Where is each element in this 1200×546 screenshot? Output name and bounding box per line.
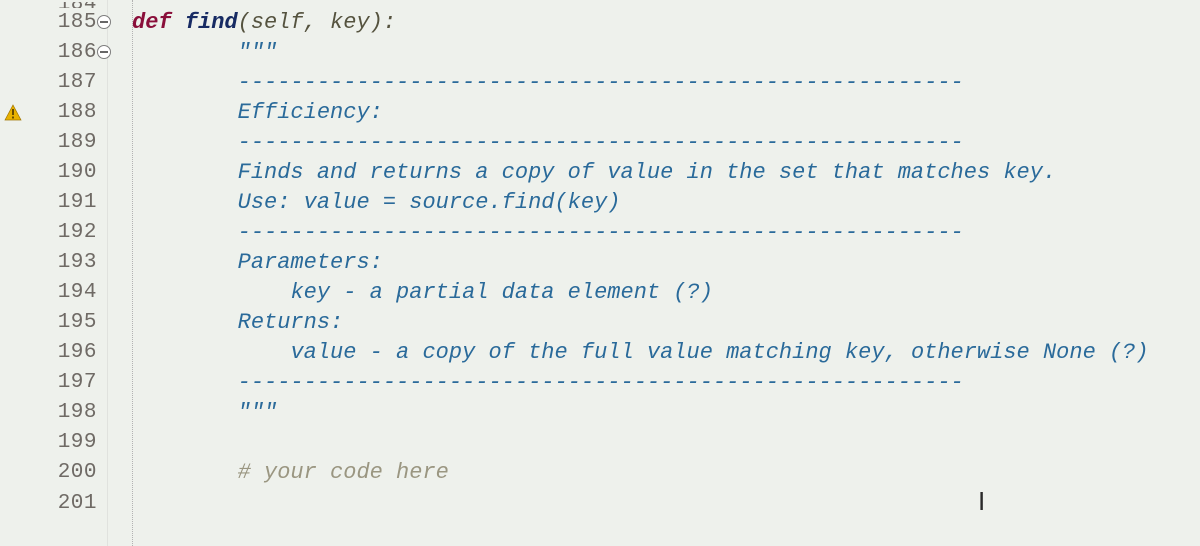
docstring-text: ----------------------------------------… xyxy=(238,220,964,245)
docstring-text: ----------------------------------------… xyxy=(238,70,964,95)
code-area[interactable]: def find(self, key): """ ---------------… xyxy=(108,0,1200,546)
docstring-text: Efficiency: xyxy=(238,100,383,125)
line-number: 198 xyxy=(0,398,107,428)
code-line[interactable]: def find(self, key): xyxy=(132,8,1200,38)
code-line[interactable]: Returns: xyxy=(132,308,1200,338)
line-number: 185 xyxy=(0,8,107,38)
docstring-text: Parameters: xyxy=(238,250,383,275)
text-cursor-icon: I xyxy=(978,486,985,517)
comment: # your code here xyxy=(238,460,449,485)
line-number: 187 xyxy=(0,68,107,98)
line-number: 189 xyxy=(0,128,107,158)
keyword-def: def xyxy=(132,10,185,35)
code-line[interactable]: Parameters: xyxy=(132,248,1200,278)
line-number: 199 xyxy=(0,428,107,458)
docstring-text: ----------------------------------------… xyxy=(238,130,964,155)
docstring-text: Use: value = source.find(key) xyxy=(238,190,621,215)
code-line[interactable]: ----------------------------------------… xyxy=(132,368,1200,398)
line-number: 186 xyxy=(0,38,107,68)
line-number: 195 xyxy=(0,308,107,338)
code-line[interactable]: Use: value = source.find(key) xyxy=(132,188,1200,218)
docstring-text: Finds and returns a copy of value in the… xyxy=(238,160,1057,185)
code-line[interactable]: value - a copy of the full value matchin… xyxy=(132,338,1200,368)
docstring-text: Returns: xyxy=(238,310,344,335)
line-number: 190 xyxy=(0,158,107,188)
docstring-text: ----------------------------------------… xyxy=(238,370,964,395)
code-line[interactable]: """ xyxy=(132,38,1200,68)
code-line[interactable]: """ xyxy=(132,398,1200,428)
code-line[interactable]: ----------------------------------------… xyxy=(132,68,1200,98)
line-number: 196 xyxy=(0,338,107,368)
indent-guide xyxy=(132,0,133,546)
line-number: 200 xyxy=(0,458,107,488)
docstring-close: """ xyxy=(238,400,278,425)
line-number: 192 xyxy=(0,218,107,248)
code-editor[interactable]: 184 185 186 187 188 189 190 191 192 193 … xyxy=(0,0,1200,546)
line-number: 191 xyxy=(0,188,107,218)
code-line[interactable]: # your code here xyxy=(132,458,1200,488)
code-line[interactable]: Finds and returns a copy of value in the… xyxy=(132,158,1200,188)
line-number-gutter: 184 185 186 187 188 189 190 191 192 193 … xyxy=(0,0,108,546)
function-params: (self, key): xyxy=(238,10,396,35)
line-number: 194 xyxy=(0,278,107,308)
line-number: 188 xyxy=(0,98,107,128)
docstring-text: key - a partial data element (?) xyxy=(290,280,712,305)
line-number: 201 xyxy=(0,488,107,512)
code-line[interactable]: ----------------------------------------… xyxy=(132,218,1200,248)
code-line[interactable]: Efficiency: xyxy=(132,98,1200,128)
line-number: 197 xyxy=(0,368,107,398)
code-line[interactable] xyxy=(132,428,1200,458)
code-line[interactable]: ----------------------------------------… xyxy=(132,128,1200,158)
docstring-text: value - a copy of the full value matchin… xyxy=(290,340,1148,365)
line-number: 193 xyxy=(0,248,107,278)
code-line[interactable]: key - a partial data element (?) xyxy=(132,278,1200,308)
docstring-open: """ xyxy=(238,40,278,65)
warning-icon[interactable] xyxy=(4,104,22,122)
function-name: find xyxy=(185,10,238,35)
